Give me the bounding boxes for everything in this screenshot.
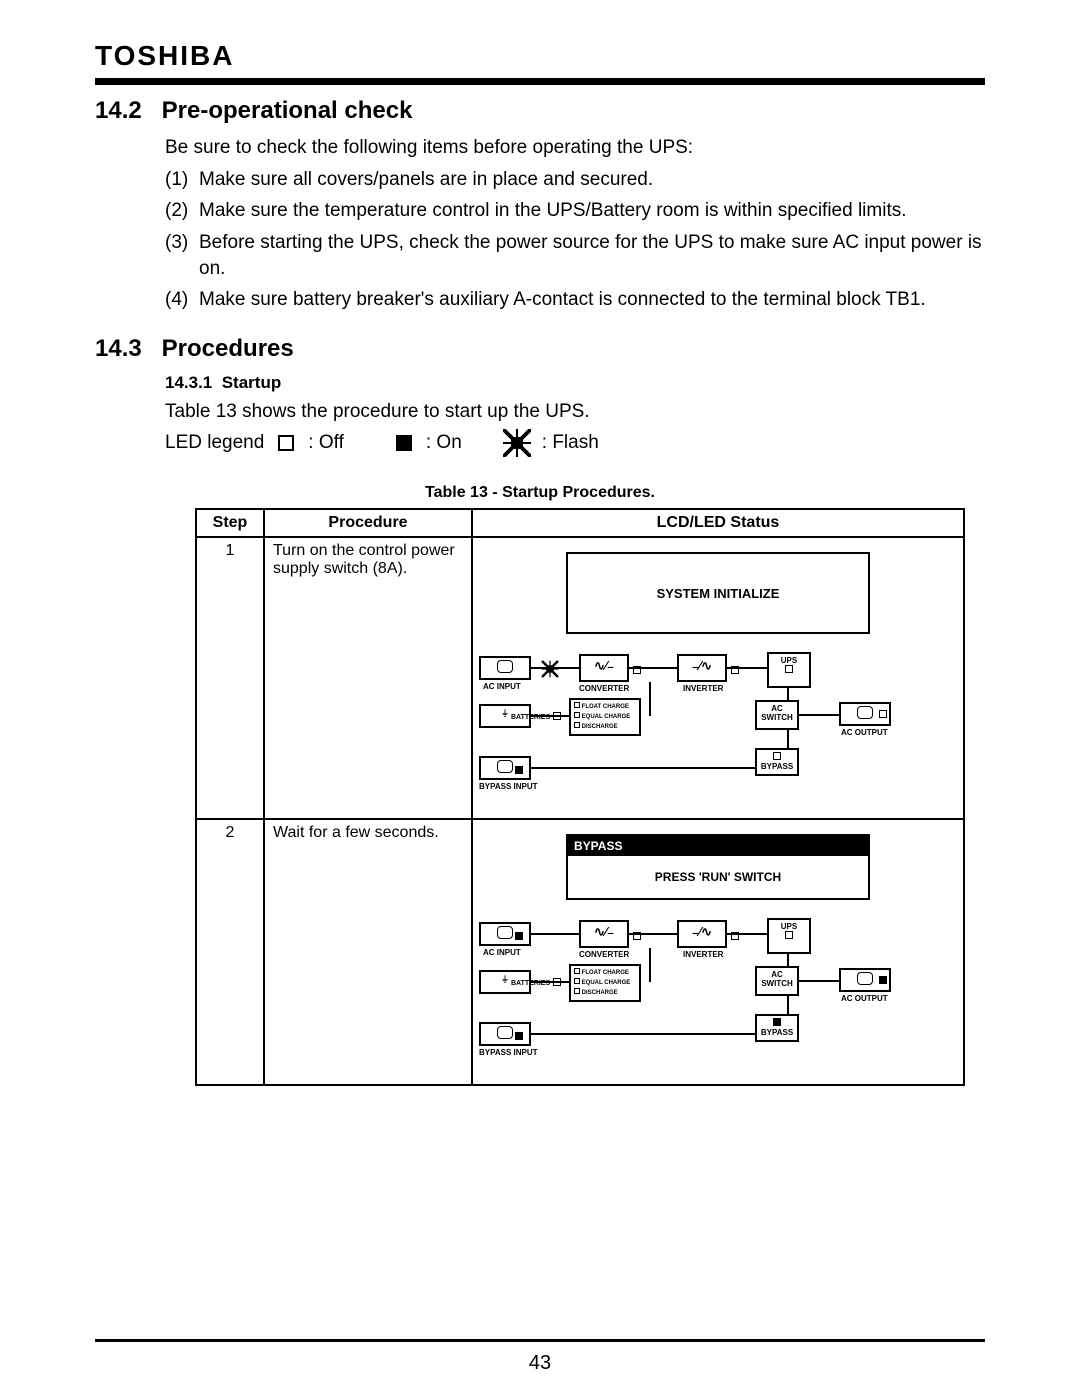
ac-input-label: AC INPUT: [483, 948, 521, 957]
ac-switch-block: ACSWITCH: [755, 700, 799, 730]
lcd-cell: BYPASS PRESS 'RUN' SWITCH AC INPUT ∿⁄₋ C…: [472, 819, 964, 1085]
header-rule: [95, 78, 985, 85]
led-flash-icon: [543, 663, 556, 676]
lcd-cell: SYSTEM INITIALIZE AC INPUT ∿⁄₋ CONVERTER…: [472, 537, 964, 819]
lcd-bar: BYPASS: [568, 836, 868, 856]
inverter-block: ₋⁄∿: [677, 920, 727, 948]
ac-input-label: AC INPUT: [483, 682, 521, 691]
inverter-block: ₋⁄∿: [677, 654, 727, 682]
converter-block: ∿⁄₋: [579, 654, 629, 682]
ac-output-label: AC OUTPUT: [841, 728, 888, 737]
section-title: Procedures: [162, 335, 294, 362]
section-intro: Be sure to check the following items bef…: [165, 135, 985, 161]
footer-rule: [95, 1339, 985, 1342]
legend-label: LED legend: [165, 432, 264, 454]
item-num: (4): [165, 287, 199, 313]
col-lcd: LCD/LED Status: [472, 509, 964, 537]
subsection-text: Table 13 shows the procedure to start up…: [165, 399, 985, 425]
page-number: 43: [0, 1352, 1080, 1375]
step-number: 1: [196, 537, 264, 819]
bypass-input-label: BYPASS INPUT: [479, 782, 538, 791]
item-num: (2): [165, 198, 199, 224]
lcd-display: SYSTEM INITIALIZE: [566, 552, 870, 634]
lcd-message: PRESS 'RUN' SWITCH: [568, 856, 868, 898]
converter-label: CONVERTER: [579, 950, 629, 959]
col-procedure: Procedure: [264, 509, 472, 537]
converter-block: ∿⁄₋: [579, 920, 629, 948]
col-step: Step: [196, 509, 264, 537]
procedure-text: Wait for a few seconds.: [264, 819, 472, 1085]
table-row: 2 Wait for a few seconds. BYPASS PRESS '…: [196, 819, 964, 1085]
block-diagram: AC INPUT ∿⁄₋ CONVERTER ₋⁄∿ INVERTER UPS …: [479, 914, 957, 1074]
charge-block: FLOAT CHARGE EQUAL CHARGE DISCHARGE: [569, 698, 641, 736]
table-caption: Table 13 - Startup Procedures.: [95, 484, 985, 502]
ac-input-block: [479, 922, 531, 946]
ac-input-block: [479, 656, 531, 680]
item-text: Make sure the temperature control in the…: [199, 198, 985, 224]
ac-switch-block: ACSWITCH: [755, 966, 799, 996]
ups-block: UPS: [767, 918, 811, 954]
subsection-heading: 14.3.1 Startup: [165, 373, 985, 393]
table-row: 1 Turn on the control power supply switc…: [196, 537, 964, 819]
bypass-input-block: [479, 756, 531, 780]
subsection-number: 14.3.1: [165, 373, 212, 392]
procedure-text: Turn on the control power supply switch …: [264, 537, 472, 819]
lcd-display: BYPASS PRESS 'RUN' SWITCH: [566, 834, 870, 900]
step-number: 2: [196, 819, 264, 1085]
block-diagram: AC INPUT ∿⁄₋ CONVERTER ₋⁄∿ INVERTER UPS …: [479, 648, 957, 808]
item-text: Before starting the UPS, check the power…: [199, 230, 985, 281]
section-number: 14.3: [95, 335, 155, 363]
converter-label: CONVERTER: [579, 684, 629, 693]
item-num: (1): [165, 167, 199, 193]
led-on-icon: [396, 435, 412, 451]
bypass-block: BYPASS: [755, 1014, 799, 1042]
ac-output-label: AC OUTPUT: [841, 994, 888, 1003]
brand-logo: TOSHIBA: [95, 40, 985, 72]
section-title: Pre-operational check: [162, 97, 413, 124]
item-num: (3): [165, 230, 199, 281]
bypass-input-label: BYPASS INPUT: [479, 1048, 538, 1057]
section-14-2-heading: 14.2 Pre-operational check: [95, 97, 985, 125]
item-text: Make sure battery breaker's auxiliary A-…: [199, 287, 985, 313]
inverter-label: INVERTER: [683, 684, 723, 693]
charge-block: FLOAT CHARGE EQUAL CHARGE DISCHARGE: [569, 964, 641, 1002]
ups-block: UPS: [767, 652, 811, 688]
bypass-input-block: [479, 1022, 531, 1046]
check-list: (1)Make sure all covers/panels are in pl…: [165, 167, 985, 313]
bypass-block: BYPASS: [755, 748, 799, 776]
item-text: Make sure all covers/panels are in place…: [199, 167, 985, 193]
table-header-row: Step Procedure LCD/LED Status: [196, 509, 964, 537]
section-14-3-heading: 14.3 Procedures: [95, 335, 985, 363]
led-flash-icon: [506, 432, 528, 454]
inverter-label: INVERTER: [683, 950, 723, 959]
led-legend: LED legend : Off : On : Flash: [165, 432, 985, 454]
page: TOSHIBA 14.2 Pre-operational check Be su…: [0, 0, 1080, 1397]
procedure-table: Step Procedure LCD/LED Status 1 Turn on …: [195, 508, 965, 1086]
legend-flash: : Flash: [542, 432, 599, 454]
subsection-title: Startup: [222, 373, 282, 392]
legend-on: : On: [426, 432, 462, 454]
section-number: 14.2: [95, 97, 155, 125]
legend-off: : Off: [308, 432, 344, 454]
led-off-icon: [278, 435, 294, 451]
